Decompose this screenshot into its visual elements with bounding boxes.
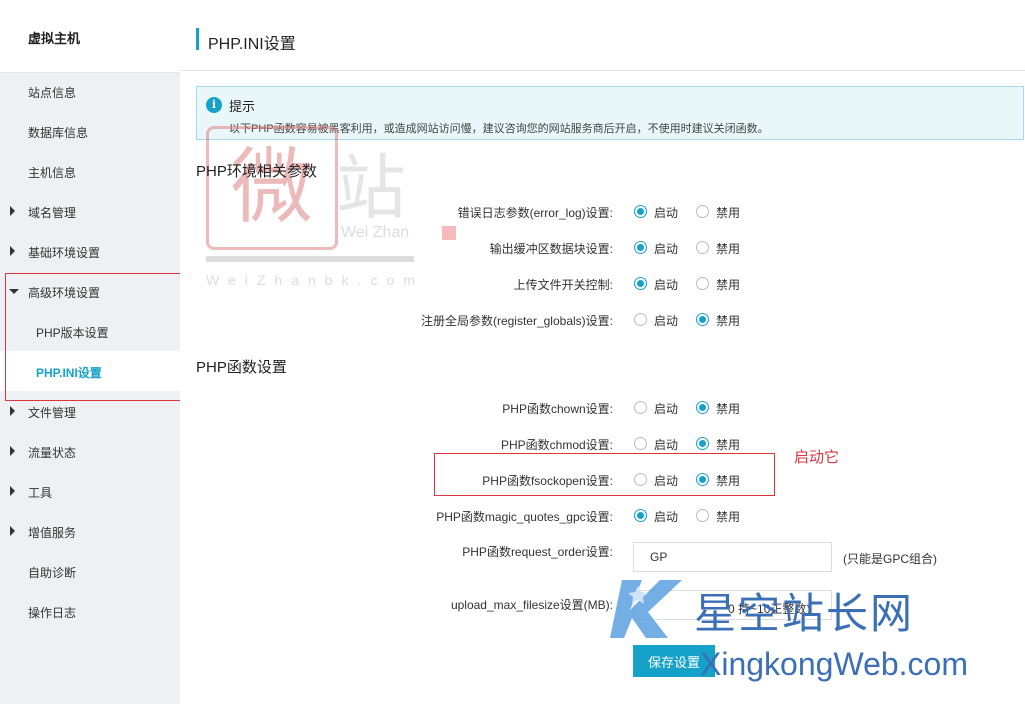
label-upload-max: upload_max_filesize设置(MB):: [450, 598, 613, 612]
label-error-log: 错误日志参数(error_log)设置:: [457, 206, 613, 220]
radio-register-globals-on[interactable]: [634, 313, 647, 326]
watermark-bar: [206, 256, 414, 262]
label-file-uploads: 上传文件开关控制:: [513, 278, 613, 292]
request-order-hint: (只能是GPC组合): [843, 552, 937, 566]
sidebar-item-operation-log[interactable]: 操作日志: [0, 591, 180, 631]
watermark-latin: Wei Zhan: [341, 224, 410, 241]
radio-label-off: 禁用: [716, 402, 741, 416]
label-request-order: PHP函数request_order设置:: [462, 545, 613, 559]
radio-label-on: 启动: [654, 402, 679, 416]
radio-label-off: 禁用: [716, 206, 741, 220]
radio-label-on: 启动: [654, 278, 679, 292]
sidebar-title-label: 虚拟主机: [28, 31, 81, 46]
watermark-seal: 微: [206, 126, 338, 250]
caret-right-icon: [10, 406, 15, 416]
annotation-text: 启动它: [794, 449, 840, 466]
label-output-buffer: 输出缓冲区数据块设置:: [489, 242, 613, 256]
sidebar-item-label: 自助诊断: [28, 566, 77, 580]
label-chmod: PHP函数chmod设置:: [500, 438, 613, 452]
sidebar-item-database-info[interactable]: 数据库信息: [0, 111, 180, 151]
radio-output-buffer-on[interactable]: [634, 241, 647, 254]
radio-label-on: 启动: [654, 314, 679, 328]
radio-chmod-on[interactable]: [634, 437, 647, 450]
radio-chown-off[interactable]: [696, 401, 709, 414]
label-chown: PHP函数chown设置:: [502, 402, 613, 416]
radio-label-on: 启动: [654, 242, 679, 256]
radio-error-log-on[interactable]: [634, 205, 647, 218]
sidebar-item-label: 域名管理: [28, 206, 77, 220]
radio-label-off: 禁用: [716, 510, 741, 524]
sidebar-item-traffic-status[interactable]: 流量状态: [0, 431, 180, 471]
page-title: PHP.INI设置: [196, 28, 296, 53]
sidebar-item-domain-management[interactable]: 域名管理: [0, 191, 180, 231]
radio-label-off: 禁用: [716, 242, 741, 256]
info-icon: i: [206, 97, 222, 113]
label-register-globals: 注册全局参数(register_globals)设置:: [420, 314, 613, 328]
sidebar-title: 虚拟主机: [0, 0, 180, 73]
radio-output-buffer-off[interactable]: [696, 241, 709, 254]
sidebar-item-label: 站点信息: [28, 86, 77, 100]
caret-right-icon: [10, 486, 15, 496]
radio-label-off: 禁用: [716, 438, 741, 452]
sidebar-item-label: 文件管理: [28, 406, 77, 420]
radio-file-uploads-on[interactable]: [634, 277, 647, 290]
radio-label-on: 启动: [654, 438, 679, 452]
sidebar-item-label: 工具: [28, 486, 53, 500]
label-magic-quotes: PHP函数magic_quotes_gpc设置:: [436, 510, 613, 524]
sidebar-item-basic-env[interactable]: 基础环境设置: [0, 231, 180, 271]
radio-chmod-off[interactable]: [696, 437, 709, 450]
caret-right-icon: [10, 206, 15, 216]
watermark-en-text: XingkongWeb.com: [700, 646, 968, 682]
sidebar-item-site-info[interactable]: 站点信息: [0, 71, 180, 111]
watermark-cn-text: 星空站长网: [694, 590, 915, 637]
sidebar-item-tools[interactable]: 工具: [0, 471, 180, 511]
sidebar-item-host-info[interactable]: 主机信息: [0, 151, 180, 191]
radio-chown-on[interactable]: [634, 401, 647, 414]
tip-title: 提示: [229, 99, 256, 114]
sidebar-item-label: 数据库信息: [28, 126, 89, 140]
radio-label-on: 启动: [654, 510, 679, 524]
watermark-url: WeiZhanbk.com: [206, 272, 424, 288]
radio-file-uploads-off[interactable]: [696, 277, 709, 290]
main-panel: PHP.INI设置 i 提示 以下PHP函数容易被黑客利用，或造成网站访问慢，建…: [180, 0, 1025, 704]
radio-magic-quotes-off[interactable]: [696, 509, 709, 522]
radio-error-log-off[interactable]: [696, 205, 709, 218]
caret-right-icon: [10, 526, 15, 536]
section-title-env: PHP环境相关参数: [196, 163, 317, 180]
radio-label-off: 禁用: [716, 314, 741, 328]
sidebar-item-label: 主机信息: [28, 166, 77, 180]
watermark-weizhan: 微 站 Wei Zhan WeiZhanbk.com: [206, 126, 456, 292]
radio-label-on: 启动: [654, 206, 679, 220]
section-title-functions: PHP函数设置: [196, 359, 287, 376]
radio-register-globals-off[interactable]: [696, 313, 709, 326]
caret-right-icon: [10, 446, 15, 456]
radio-label-off: 禁用: [716, 278, 741, 292]
watermark-dot: [442, 226, 456, 240]
radio-magic-quotes-on[interactable]: [634, 509, 647, 522]
divider: [180, 70, 1025, 71]
sidebar-item-label: 基础环境设置: [28, 246, 101, 260]
sidebar-item-label: 流量状态: [28, 446, 77, 460]
star-logo-icon: [610, 580, 682, 638]
watermark-xingkong: 星空站长网 XingkongWeb.com: [608, 566, 1025, 700]
sidebar-item-self-diagnosis[interactable]: 自助诊断: [0, 551, 180, 591]
page-title-text: PHP.INI设置: [208, 36, 296, 53]
sidebar-item-label: 增值服务: [28, 526, 77, 540]
watermark-char: 站: [336, 147, 406, 229]
sidebar-item-label: 操作日志: [28, 606, 77, 620]
caret-right-icon: [10, 246, 15, 256]
highlight-box-fsockopen: [434, 453, 775, 496]
sidebar-item-value-added[interactable]: 增值服务: [0, 511, 180, 551]
highlight-box-sidebar: [5, 273, 188, 401]
